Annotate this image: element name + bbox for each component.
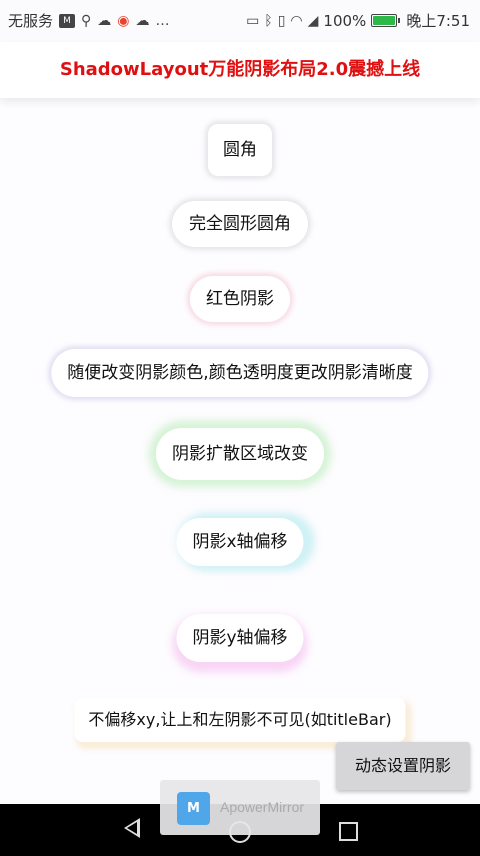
title-bar: ShadowLayout万能阴影布局2.0震撼上线 — [0, 42, 480, 98]
status-bar: 无服务 M ⚲ ☁ ◉ ☁ … ▭ ᛒ ▯ ◠ ◢ 100% 晚上7:51 — [0, 0, 480, 42]
bluetooth-icon: ᛒ — [264, 12, 273, 29]
cloud-icon: ☁ — [97, 12, 112, 29]
item-full-round-corner[interactable]: 完全圆形圆角 — [172, 201, 308, 247]
cloud-download-icon: ☁ — [135, 12, 150, 29]
item-custom-shadow-color[interactable]: 随便改变阴影颜色,颜色透明度更改阴影清晰度 — [51, 349, 429, 397]
status-right: ▭ ᛒ ▯ ◠ ◢ 100% 晚上7:51 — [246, 10, 470, 31]
usb-icon: ⚲ — [81, 12, 92, 29]
back-icon[interactable] — [124, 818, 140, 838]
battery-fill — [373, 16, 396, 25]
wifi-icon: ◠ — [290, 12, 303, 29]
item-shadow-y-offset[interactable]: 阴影y轴偏移 — [176, 614, 304, 662]
cast-icon: ▭ — [246, 12, 260, 29]
item-no-offset-titlebar[interactable]: 不偏移xy,让上和左阴影不可见(如titleBar) — [74, 698, 406, 742]
battery-icon — [371, 14, 401, 27]
vibrate-icon: ▯ — [277, 12, 286, 29]
more-icon: … — [155, 12, 170, 29]
item-shadow-spread[interactable]: 阴影扩散区域改变 — [156, 428, 324, 480]
apowermirror-logo-icon: M — [177, 792, 210, 825]
clock: 晚上7:51 — [406, 12, 470, 30]
apowermirror-label: ApowerMirror — [220, 799, 305, 815]
weibo-icon: ◉ — [117, 12, 130, 29]
item-shadow-x-offset[interactable]: 阴影x轴偏移 — [176, 518, 304, 566]
battery-percent: 100% — [323, 11, 367, 30]
dynamic-shadow-button[interactable]: 动态设置阴影 — [336, 742, 470, 790]
carrier-label: 无服务 — [8, 12, 54, 30]
recent-apps-icon[interactable] — [339, 822, 358, 841]
apowermirror-overlay[interactable]: M ApowerMirror — [160, 780, 320, 835]
status-left: 无服务 M ⚲ ☁ ◉ ☁ … — [8, 10, 170, 31]
app-badge-icon: M — [59, 13, 76, 28]
item-red-shadow[interactable]: 红色阴影 — [190, 276, 290, 322]
item-rounded-corner[interactable]: 圆角 — [208, 124, 272, 176]
signal-icon: ◢ — [307, 12, 319, 29]
page-title: ShadowLayout万能阴影布局2.0震撼上线 — [59, 59, 421, 80]
